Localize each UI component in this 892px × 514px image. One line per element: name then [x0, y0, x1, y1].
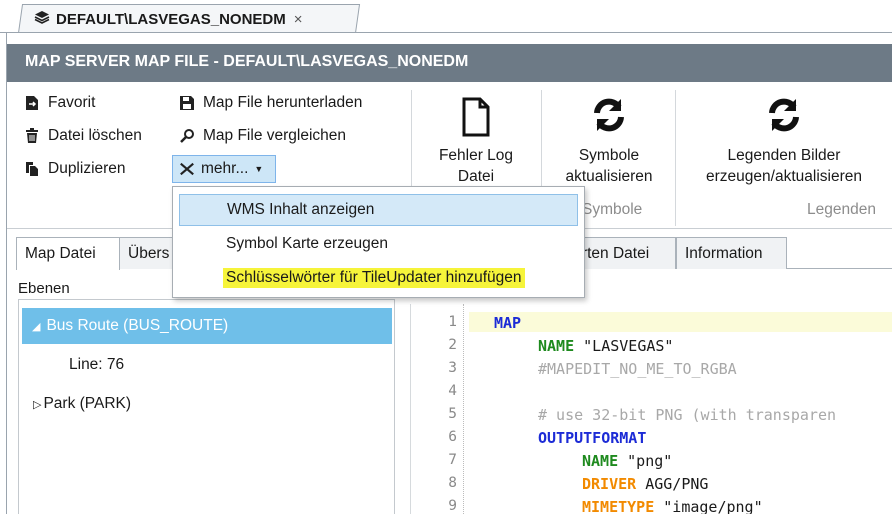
menu-item-label: Symbol Karte erzeugen	[226, 235, 388, 252]
error-log-button[interactable]: Fehler Log Datei	[420, 97, 532, 187]
fold-guide	[463, 304, 464, 514]
trash-icon	[24, 128, 40, 144]
copy-icon	[24, 161, 40, 177]
line-number-gutter: 1 2 3 4 5 6 7 8 9	[411, 304, 457, 514]
legend-images-button[interactable]: Legenden Bilder erzeugen/aktualisieren	[684, 97, 884, 187]
menu-item-label: WMS Inhalt anzeigen	[227, 201, 375, 218]
keyword: NAME	[538, 337, 575, 355]
file-icon	[420, 97, 532, 145]
current-line-highlight	[469, 312, 892, 332]
duplicate-button[interactable]: Duplizieren	[24, 160, 126, 178]
refresh-symbols-label-1: Symbole	[578, 147, 640, 164]
tools-icon	[179, 161, 195, 177]
favorit-label: Favorit	[48, 94, 96, 111]
code-line-3: #MAPEDIT_NO_ME_TO_RGBA	[538, 360, 737, 378]
line-number: 4	[448, 383, 457, 399]
string-value: "LASVEGAS"	[574, 337, 674, 355]
tab-map-datei-label: Map Datei	[25, 245, 96, 262]
line-number: 9	[448, 498, 457, 514]
code-line-9: MIMETYPE "image/png"	[582, 498, 763, 514]
string-value: "png"	[618, 452, 673, 470]
line-number: 2	[448, 337, 457, 353]
layers-tree: ◢ Bus Route (BUS_ROUTE) Line: 76 ▷ Park …	[18, 299, 395, 514]
group-label-legenden: Legenden	[807, 201, 876, 218]
delete-file-label: Datei löschen	[48, 127, 142, 144]
compare-map-file-label: Map File vergleichen	[203, 127, 347, 144]
code-line-2: NAME "LASVEGAS"	[538, 337, 673, 355]
legend-images-label-1: Legenden Bilder	[727, 147, 841, 164]
tree-item-bus-route[interactable]: ◢ Bus Route (BUS_ROUTE)	[22, 308, 392, 344]
line-number: 8	[448, 475, 457, 491]
code-line-6: OUTPUTFORMAT	[538, 429, 647, 447]
download-map-file-label: Map File herunterladen	[203, 94, 363, 111]
line-number: 5	[448, 406, 457, 422]
tree-item-line-label: Line: 76	[69, 356, 125, 373]
close-icon[interactable]: ×	[294, 11, 303, 28]
line-number: 1	[448, 314, 457, 330]
tab-map-datei[interactable]: Map Datei	[16, 237, 120, 270]
line-number: 7	[448, 452, 457, 468]
ribbon-separator	[675, 90, 676, 226]
more-button[interactable]: mehr... ▼	[172, 155, 276, 183]
save-download-icon	[179, 95, 195, 111]
favorite-file-icon	[24, 95, 40, 111]
document-tab-content[interactable]: DEFAULT\LASVEGAS_NONEDM ×	[34, 8, 303, 30]
delete-file-button[interactable]: Datei löschen	[24, 127, 142, 145]
expanded-triangle-icon: ◢	[32, 320, 41, 333]
compare-search-icon	[179, 128, 195, 144]
more-dropdown-menu: WMS Inhalt anzeigen Symbol Karte erzeuge…	[172, 186, 585, 298]
favorit-button[interactable]: Favorit	[24, 94, 95, 112]
duplicate-label: Duplizieren	[48, 160, 126, 177]
refresh-icon	[684, 97, 884, 145]
refresh-icon	[552, 97, 666, 145]
panel-title: MAP SERVER MAP FILE - DEFAULT\LASVEGAS_N…	[25, 53, 469, 70]
more-label: mehr...	[201, 160, 249, 177]
keyword: DRIVER	[582, 475, 637, 493]
string-value: "image/png"	[654, 498, 763, 514]
error-log-label-2: Datei	[457, 168, 495, 185]
tree-item-bus-route-label: Bus Route (BUS_ROUTE)	[46, 317, 229, 334]
caret-down-icon: ▼	[254, 164, 264, 174]
code-line-5: # use 32-bit PNG (with transparen	[538, 406, 837, 424]
menu-item-label: Schlüsselwörter für TileUpdater hinzufüg…	[223, 268, 525, 288]
code-editor[interactable]: 1 2 3 4 5 6 7 8 9 MAP NAME "LASVEGAS" #M…	[410, 304, 892, 514]
tab-uebersicht[interactable]: Übers	[119, 237, 179, 269]
menu-item-symbol-map[interactable]: Symbol Karte erzeugen	[179, 228, 578, 260]
keyword: MIMETYPE	[582, 498, 655, 514]
layers-label: Ebenen	[18, 280, 70, 297]
error-log-label-1: Fehler Log	[438, 147, 514, 164]
refresh-symbols-button[interactable]: Symbole aktualisieren	[552, 97, 666, 187]
tab-information[interactable]: Information	[676, 237, 787, 269]
code-line-8: DRIVER AGG/PNG	[582, 475, 708, 493]
tree-item-park[interactable]: ▷ Park (PARK)	[33, 395, 131, 413]
tab-information-label: Information	[685, 244, 763, 262]
menu-item-tileupdater-keywords[interactable]: Schlüsselwörter für TileUpdater hinzufüg…	[179, 262, 578, 294]
code-line-7: NAME "png"	[582, 452, 672, 470]
tree-item-line[interactable]: Line: 76	[69, 356, 124, 374]
tab-uebersicht-label: Übers	[128, 244, 170, 262]
code-line-1: MAP	[494, 314, 522, 332]
legend-images-label-2: erzeugen/aktualisieren	[706, 168, 862, 185]
document-tab-title: DEFAULT\LASVEGAS_NONEDM	[56, 10, 286, 28]
line-number: 6	[448, 429, 457, 445]
collapsed-triangle-icon: ▷	[33, 398, 42, 411]
layers-stack-icon	[34, 10, 50, 28]
tree-item-park-label: Park (PARK)	[43, 395, 132, 412]
menu-item-wms-content[interactable]: WMS Inhalt anzeigen	[179, 194, 578, 226]
compare-map-file-button[interactable]: Map File vergleichen	[179, 127, 346, 145]
line-number: 3	[448, 360, 457, 376]
download-map-file-button[interactable]: Map File herunterladen	[179, 94, 362, 112]
keyword: NAME	[582, 452, 619, 470]
value: AGG/PNG	[636, 475, 709, 493]
group-label-symbole: Symbole	[582, 201, 643, 218]
panel-titlebar: MAP SERVER MAP FILE - DEFAULT\LASVEGAS_N…	[7, 44, 892, 82]
refresh-symbols-label-2: aktualisieren	[565, 168, 653, 185]
